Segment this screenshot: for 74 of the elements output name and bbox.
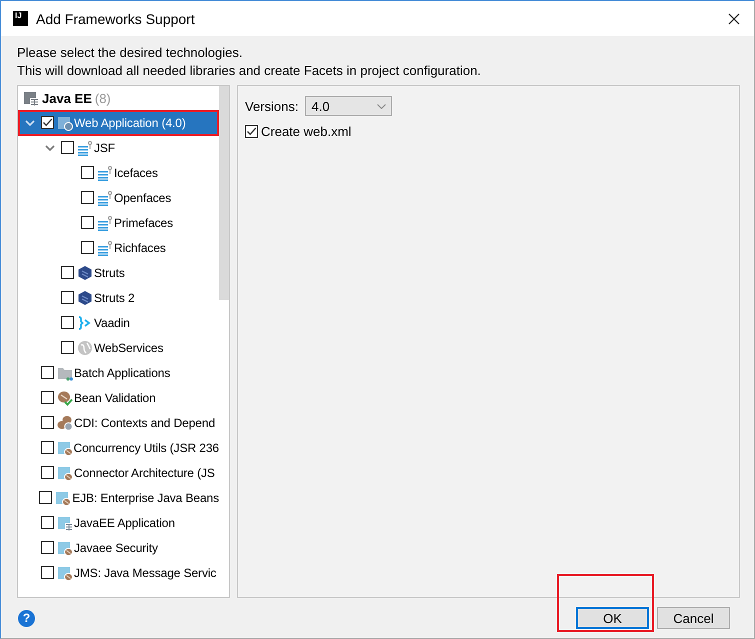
tree-item[interactable]: CDI: Contexts and Depend: [18, 410, 219, 435]
window-title: Add Frameworks Support: [36, 10, 196, 26]
bean-square-icon: [57, 464, 73, 480]
tree-item[interactable]: Web Application (4.0): [18, 110, 219, 135]
chevron-down-icon[interactable]: [45, 144, 55, 150]
checkbox[interactable]: [81, 216, 94, 229]
checkbox[interactable]: [81, 241, 94, 254]
grid-square-icon: [23, 90, 39, 106]
app-logo-icon: IJ: [13, 11, 28, 26]
tree-item[interactable]: JSF: [18, 135, 219, 160]
tree-item[interactable]: Icefaces: [18, 160, 219, 185]
globe-icon: [77, 340, 93, 356]
checkbox[interactable]: [41, 466, 54, 479]
tree-item[interactable]: Richfaces: [18, 235, 219, 260]
checkbox[interactable]: [40, 441, 54, 454]
tree-item[interactable]: Vaadin: [18, 310, 219, 335]
chevron-down-icon: [377, 104, 386, 108]
bean-square-icon: [57, 540, 73, 556]
checkbox[interactable]: [61, 316, 74, 329]
bean-square-icon: [57, 564, 73, 580]
group-count: (8): [94, 90, 111, 106]
checkbox[interactable]: [41, 116, 54, 129]
checkbox[interactable]: [61, 341, 74, 354]
checkbox[interactable]: [41, 516, 54, 529]
checkbox[interactable]: [41, 541, 54, 554]
checkbox[interactable]: [41, 566, 54, 579]
stacked-lines-icon: [97, 240, 113, 256]
tree-item[interactable]: JMS: Java Message Servic: [18, 560, 219, 585]
checkbox[interactable]: [61, 291, 74, 304]
tree-item[interactable]: Primefaces: [18, 210, 219, 235]
bean-square-icon: [56, 440, 73, 456]
checkbox[interactable]: [81, 191, 94, 204]
hexagon-icon: [77, 264, 93, 280]
instruction-text: Please select the desired technologies.: [17, 44, 244, 62]
close-icon[interactable]: [728, 12, 740, 24]
versions-dropdown[interactable]: 4.0: [305, 96, 392, 116]
checkbox[interactable]: [81, 166, 94, 179]
stacked-lines-icon: [77, 140, 93, 156]
checkbox[interactable]: [39, 491, 52, 504]
instruction-text: This will download all needed libraries and create Facets in project configuration.: [17, 62, 482, 80]
tree-item[interactable]: WebServices: [18, 335, 219, 360]
versions-label: Versions:: [245, 98, 298, 114]
beans-globe-icon: [57, 414, 73, 430]
tree-item[interactable]: Struts: [18, 260, 219, 285]
dialog-button[interactable]: OK: [576, 607, 649, 629]
tree-item[interactable]: Javaee Security: [18, 535, 219, 560]
checkbox[interactable]: [245, 125, 258, 138]
tree-item[interactable]: Concurrency Utils (JSR 236: [18, 435, 219, 460]
stacked-lines-icon: [97, 214, 113, 230]
tree-item[interactable]: EJB: Enterprise Java Beans: [18, 485, 219, 510]
stacked-lines-icon: [97, 190, 113, 206]
checkbox-label: Create web.xml: [261, 124, 352, 139]
checkbox[interactable]: [41, 366, 54, 379]
tree-item[interactable]: Bean Validation: [18, 385, 219, 410]
stacked-lines-icon: [97, 164, 113, 180]
grid-square-icon: [57, 514, 73, 530]
dialog-button[interactable]: Cancel: [657, 607, 730, 629]
bean-check-icon: [57, 390, 73, 406]
checkbox[interactable]: [41, 416, 54, 429]
bean-square-icon: [55, 490, 72, 506]
checkbox[interactable]: [61, 141, 74, 154]
tree-item[interactable]: Batch Applications: [18, 360, 219, 385]
globe-square-icon: [57, 114, 73, 130]
tree-item[interactable]: Struts 2: [18, 285, 219, 310]
bracket-arrow-icon: [77, 314, 93, 330]
checkbox[interactable]: [41, 391, 54, 404]
hexagon-icon: [77, 290, 93, 306]
checkbox[interactable]: [61, 266, 74, 279]
help-button[interactable]: ?: [18, 610, 35, 626]
group-title: Java EE: [42, 90, 92, 106]
tree-item[interactable]: Openfaces: [18, 185, 219, 210]
tree-item[interactable]: JavaEE Application: [18, 510, 219, 535]
scrollbar[interactable]: [219, 86, 229, 300]
tree-item[interactable]: Connector Architecture (JS: [18, 460, 219, 485]
